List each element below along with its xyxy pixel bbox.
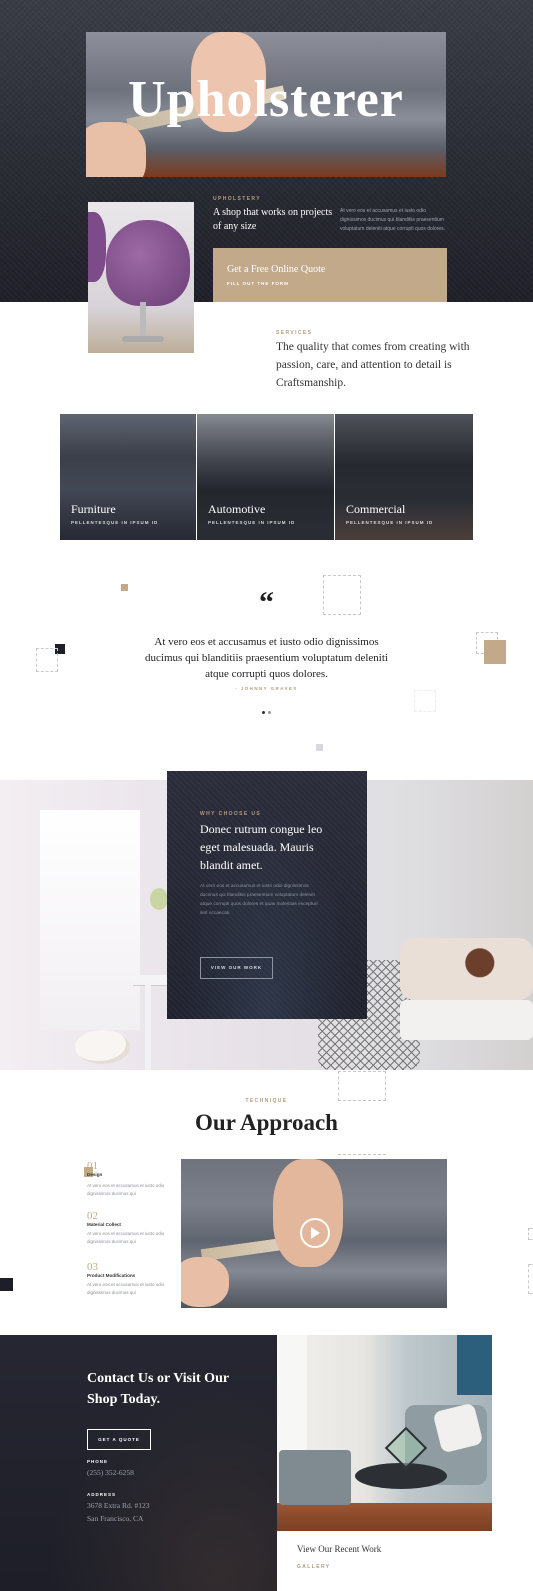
get-quote-button[interactable]: GET A QUOTE (87, 1429, 151, 1450)
plant-shape (150, 888, 168, 910)
decor-dashed-square (528, 1264, 533, 1294)
gallery-image[interactable] (277, 1335, 492, 1531)
service-card-automotive[interactable]: Automotive PELLENTESQUE IN IPSUM ID (197, 414, 334, 540)
why-eyebrow: WHY CHOOSE US (200, 811, 262, 817)
why-description: At vero eos et accusamus et iusto odio d… (200, 884, 318, 916)
hero-tagline: A shop that works on projects of any siz… (213, 207, 333, 232)
step-number: 02 (87, 1210, 98, 1222)
decor-dashed-square (36, 648, 58, 672)
hand-shape (181, 1257, 229, 1307)
step-number: 03 (87, 1261, 98, 1273)
slider-dot[interactable] (268, 711, 271, 714)
vase-shape (75, 1030, 130, 1064)
address-label: ADDRESS (87, 1492, 117, 1497)
address-line-2: San Francisco, CA (87, 1514, 144, 1523)
view-work-button[interactable]: VIEW OUR WORK (200, 957, 273, 979)
service-card-subtitle: PELLENTESQUE IN IPSUM ID (71, 520, 159, 525)
address-line-1: 3678 Extra Rd. #123 (87, 1501, 150, 1510)
decor-dashed-line (338, 1154, 386, 1158)
ottoman-shape (279, 1450, 351, 1505)
why-title: Donec rutrum congue leo eget malesuada. … (200, 822, 323, 872)
floor-shape (277, 1503, 492, 1531)
decor-dashed-square (528, 1228, 533, 1240)
door-frame-shape (457, 1335, 492, 1395)
decor-square (484, 640, 506, 664)
service-card-subtitle: PELLENTESQUE IN IPSUM ID (208, 520, 296, 525)
approach-title: Our Approach (195, 1110, 338, 1135)
approach-step: 03 Product Modifications At vero eos et … (87, 1261, 167, 1296)
approach-step: 01 Design At vero eos et accusamus et iu… (87, 1160, 167, 1197)
free-quote-sub: FILL OUT THE FORM (227, 281, 289, 286)
free-quote-title: Get a Free Online Quote (227, 264, 326, 275)
play-button[interactable] (300, 1218, 330, 1248)
phone-label: PHONE (87, 1459, 109, 1464)
sofa-seat-shape (400, 1000, 533, 1040)
testimonial-text: At vero eos et accusamus et iusto odio d… (145, 636, 388, 680)
approach-eyebrow: TECHNIQUE (245, 1098, 288, 1104)
hand-shape (273, 1159, 343, 1267)
contact-title: Contact Us or Visit Our Shop Today. (87, 1371, 229, 1407)
gallery-subtitle: GALLERY (297, 1564, 331, 1570)
step-name: Material Collect (87, 1222, 121, 1227)
services-statement: The quality that comes from creating wit… (276, 341, 470, 389)
service-card-title: Commercial (346, 502, 406, 516)
service-card-title: Furniture (71, 502, 116, 516)
phone-number[interactable]: (255) 352-6258 (87, 1466, 134, 1479)
chair-seat-shape (106, 220, 190, 306)
slider-dot-active[interactable] (262, 711, 265, 714)
step-number: 01 (87, 1160, 98, 1172)
hero-title: Upholsterer (128, 71, 404, 128)
service-card-furniture[interactable]: Furniture PELLENTESQUE IN IPSUM ID (60, 414, 196, 540)
decor-dashed-square (338, 1071, 386, 1101)
hero-eyebrow: UPHOLSTERY (213, 196, 261, 202)
decor-square (0, 1278, 13, 1291)
hand-shape (86, 122, 146, 177)
step-description: At vero eos et accusamus et iusto odio d… (87, 1183, 165, 1196)
play-icon (311, 1227, 320, 1239)
gallery-title[interactable]: View Our Recent Work (297, 1544, 381, 1554)
chair-leg-shape (140, 302, 146, 338)
free-quote-button[interactable]: Get a Free Online Quote FILL OUT THE FOR… (213, 248, 447, 302)
service-card-title: Automotive (208, 502, 266, 516)
step-description: At vero eos et accusamus et iusto odio d… (87, 1282, 165, 1295)
chair-back-shape (88, 212, 106, 282)
step-description: At vero eos et accusamus et iusto odio d… (87, 1231, 165, 1244)
chair-base-shape (122, 336, 164, 342)
approach-step: 02 Material Collect At vero eos et accus… (87, 1210, 167, 1245)
services-eyebrow: SERVICES (276, 330, 313, 336)
quote-icon: “ (259, 586, 274, 619)
hero-description: At vero eos et accusamus et iusto odio d… (340, 208, 446, 232)
step-name: Design (87, 1172, 103, 1177)
testimonial-author: - JOHNNY GRAVES (235, 686, 298, 691)
decor-dashed-square (414, 690, 436, 712)
pillow-shape (400, 938, 533, 1000)
step-name: Product Modifications (87, 1273, 136, 1278)
table-leg-shape (145, 985, 151, 1070)
decor-square (316, 744, 323, 751)
service-card-commercial[interactable]: Commercial PELLENTESQUE IN IPSUM ID (335, 414, 473, 540)
service-card-subtitle: PELLENTESQUE IN IPSUM ID (346, 520, 434, 525)
coffee-table-shape (355, 1463, 447, 1489)
window-shape (40, 810, 140, 1030)
chair-image (88, 202, 194, 353)
